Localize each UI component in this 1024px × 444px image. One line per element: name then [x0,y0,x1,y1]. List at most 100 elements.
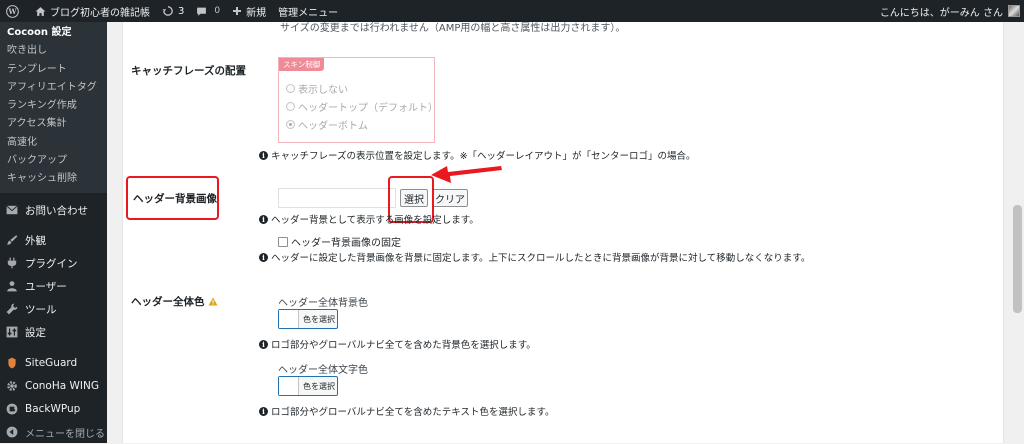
header-text-color-picker[interactable]: 色を選択 [278,376,338,396]
submenu-backup[interactable]: バックアップ [0,152,107,170]
gear-icon [6,380,18,392]
submenu-speedup[interactable]: 高速化 [0,134,107,152]
user-icon [6,280,18,292]
backwpup-icon [6,403,18,415]
submenu-cocoon-settings[interactable]: Cocoon 設定 [0,24,107,42]
site-name-link[interactable]: ブログ初心者の雑記帳 [29,0,156,22]
header-text-color-description: i ロゴ部分やグローバルナビ全てを含めたテキスト色を選択します。 [259,404,554,418]
sidebar-item-contact[interactable]: お問い合わせ [0,199,107,222]
info-icon: i [259,252,268,262]
sidebar-item-backwpup[interactable]: BackWPup [0,398,107,421]
warning-icon [208,297,217,306]
comment-icon [197,7,207,16]
settings-panel: サイズの変更までは行われません（AMP用の幅と高さ属性は出力されます）。 キャッ… [122,22,1004,443]
header-bg-description: i ヘッダー背景として表示する画像を設定します。 [259,212,479,226]
collapse-menu-label: メニューを閉じる [25,428,105,440]
description-text: キャッチフレーズの表示位置を設定します。※「ヘッダーレイアウト」が「センターロゴ… [271,151,696,162]
description-text: ヘッダーに設定した背景画像を背景に固定します。上下にスクロールしたときに背景画像… [271,253,811,264]
red-arrow-icon [431,166,502,183]
scrollbar-thumb[interactable] [1013,205,1022,313]
submenu-cache-clear[interactable]: キャッシュ削除 [0,170,107,188]
radio-option-header-bottom[interactable]: ヘッダーボトム [286,117,368,132]
radio-button[interactable] [286,84,295,93]
color-button-label: 色を選択 [303,314,335,324]
submenu-affiliate-tag[interactable]: アフィリエイトタグ [0,79,107,97]
radio-option-header-top[interactable]: ヘッダートップ（デフォルト） [286,99,438,114]
checkbox-label: ヘッダー背景画像の固定 [291,238,401,249]
mail-icon [6,204,18,216]
submenu-access-stats[interactable]: アクセス集計 [0,115,107,133]
home-icon [35,6,46,16]
admin-sidebar: Cocoon 設定 吹き出し テンプレート アフィリエイトタグ ランキング作成 … [0,22,107,443]
sidebar-item-tools[interactable]: ツール [0,298,107,321]
updates-icon [162,6,173,16]
info-icon: i [259,406,268,416]
sidebar-item-label: 設定 [25,326,46,339]
sidebar-item-appearance[interactable]: 外観 [0,229,107,252]
submenu-template[interactable]: テンプレート [0,61,107,79]
radio-button[interactable] [286,102,295,111]
sidebar-item-label: BackWPup [25,403,81,416]
header-color-label: ヘッダー全体色 [131,296,205,308]
plugin-icon [6,257,18,269]
sidebar-item-siteguard[interactable]: SiteGuard [0,352,107,375]
color-button-label: 色を選択 [303,381,335,391]
radio-option-hide[interactable]: 表示しない [286,81,348,96]
sidebar-item-conoha-wing[interactable]: ConoHa WING [0,375,107,398]
new-label: 新規 [246,7,267,19]
collapse-menu-button[interactable]: メニューを閉じる [0,421,107,444]
new-content-link[interactable]: 新規 [226,0,272,22]
skin-control-tag: スキン制御 [279,58,325,71]
header-bg-image-label: ヘッダー背景画像 [133,193,217,205]
header-bg-color-title: ヘッダー全体背景色 [278,298,368,309]
color-swatch [279,377,299,395]
plus-icon [233,7,242,15]
header-bg-color-picker[interactable]: 色を選択 [278,309,338,329]
wordpress-logo-icon[interactable]: W [0,0,29,22]
radio-label: ヘッダートップ（デフォルト） [298,103,438,114]
sidebar-item-plugins[interactable]: プラグイン [0,252,107,275]
comments-link[interactable]: 0 [190,0,226,22]
updates-link[interactable]: 3 [156,0,190,22]
cocoon-submenu: Cocoon 設定 吹き出し テンプレート アフィリエイトタグ ランキング作成 … [0,22,107,193]
top-note: サイズの変更までは行われません（AMP用の幅と高さ属性は出力されます）。 [280,23,626,34]
header-bg-fixed-checkbox[interactable]: ヘッダー背景画像の固定 [278,234,401,249]
comments-count: 0 [214,6,221,16]
description-text: ヘッダー背景として表示する画像を設定します。 [271,215,479,226]
site-name: ブログ初心者の雑記帳 [50,7,150,19]
info-icon: i [259,339,268,349]
sidebar-item-settings[interactable]: 設定 [0,321,107,344]
siteguard-icon [6,357,18,369]
clear-image-button[interactable]: クリア [432,189,468,207]
header-bg-image-input[interactable] [278,188,396,208]
info-icon: i [259,150,268,160]
catchphrase-position-label: キャッチフレーズの配置 [131,65,246,77]
avatar [1008,5,1020,17]
wrench-icon [6,303,18,315]
header-bg-fixed-description: i ヘッダーに設定した背景画像を背景に固定します。上下にスクロールしたときに背景… [259,250,810,264]
radio-button-checked[interactable] [286,120,295,129]
sidebar-item-label: プラグイン [25,257,78,270]
submenu-ranking[interactable]: ランキング作成 [0,97,107,115]
sidebar-item-users[interactable]: ユーザー [0,275,107,298]
sidebar-item-label: ツール [25,303,57,316]
description-text: ロゴ部分やグローバルナビ全てを含めた背景色を選択します。 [271,340,536,351]
settings-icon [6,326,18,338]
description-text: ロゴ部分やグローバルナビ全てを含めたテキスト色を選択します。 [271,407,555,418]
page-scrollbar[interactable] [1011,22,1024,443]
checkbox[interactable] [278,236,288,247]
info-icon: i [259,214,268,224]
skin-control-box: スキン制御 表示しない ヘッダートップ（デフォルト） ヘッダーボトム [278,57,438,143]
sidebar-item-label: SiteGuard [25,357,78,370]
my-account-link[interactable]: こんにちは、がーみん さん [874,0,1024,22]
submenu-speech-balloon[interactable]: 吹き出し [0,42,107,60]
brush-icon [6,234,18,246]
collapse-arrow-icon [6,426,18,438]
radio-label: 表示しない [298,85,348,96]
sidebar-item-label: お問い合わせ [25,204,88,217]
catchphrase-description: i キャッチフレーズの表示位置を設定します。※「ヘッダーレイアウト」が「センター… [259,148,696,162]
radio-label: ヘッダーボトム [298,121,368,132]
header-bg-color-description: i ロゴ部分やグローバルナビ全てを含めた背景色を選択します。 [259,337,536,351]
header-color-label-row: ヘッダー全体色 [131,294,218,309]
svg-text:W: W [7,7,17,16]
